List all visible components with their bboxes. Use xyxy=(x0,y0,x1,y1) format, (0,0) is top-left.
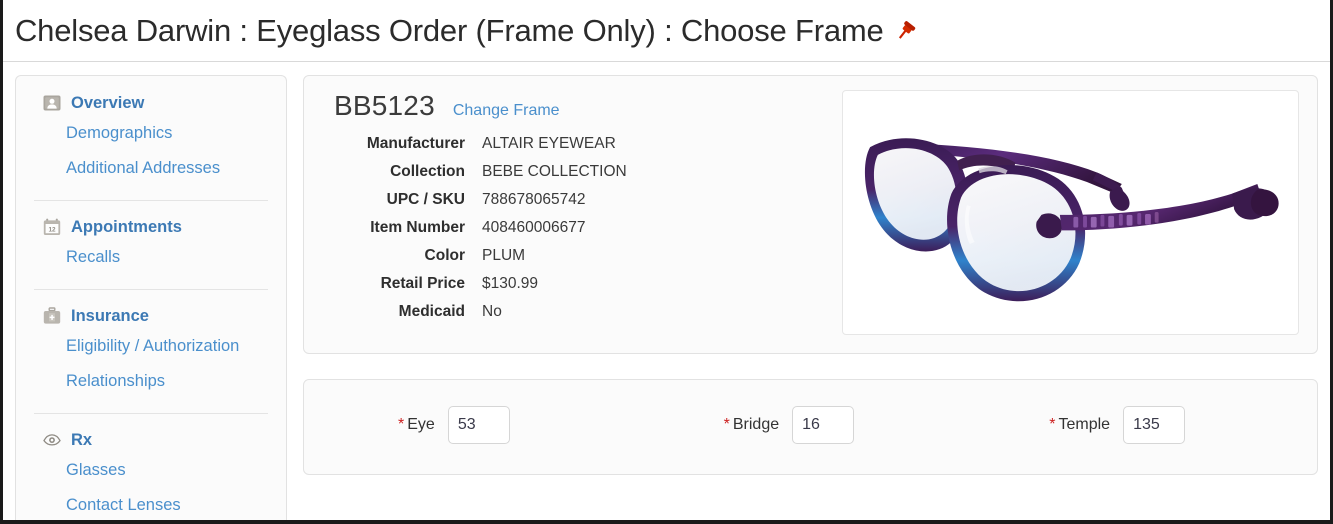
sidebar-label-overview: Overview xyxy=(71,93,145,112)
sidebar-item-additional-addresses[interactable]: Additional Addresses xyxy=(16,151,286,186)
sidebar-item-contact-lenses[interactable]: Contact Lenses xyxy=(16,488,286,520)
sidebar-nav: Overview Demographics Additional Address… xyxy=(15,75,287,520)
person-card-icon xyxy=(43,94,61,112)
measure-label-temple: * Temple xyxy=(1049,416,1110,434)
required-marker: * xyxy=(398,416,405,433)
spec-label: Manufacturer xyxy=(366,135,465,152)
spec-label: Retail Price xyxy=(380,275,465,292)
sidebar-item-glasses[interactable]: Glasses xyxy=(16,453,286,488)
spec-value: PLUM xyxy=(482,247,526,264)
measure-label-eye: * Eye xyxy=(398,416,435,434)
pushpin-icon-glyph xyxy=(898,20,915,39)
main-content: BB5123 Change Frame Manufacturer ALTAIR … xyxy=(303,75,1318,475)
sidebar-item-insurance[interactable]: Insurance xyxy=(16,303,286,329)
page-title: Chelsea Darwin : Eyeglass Order (Frame O… xyxy=(15,13,884,48)
spec-value: $130.99 xyxy=(482,275,539,292)
app-viewport: Chelsea Darwin : Eyeglass Order (Frame O… xyxy=(0,0,1333,524)
spec-row-retail-price: Retail Price $130.99 xyxy=(322,275,822,303)
sidebar-item-recalls[interactable]: Recalls xyxy=(16,240,286,275)
sidebar-divider xyxy=(34,200,268,201)
sidebar-label-insurance: Insurance xyxy=(71,306,149,325)
sidebar-item-appointments[interactable]: 12 Appointments xyxy=(16,214,286,240)
sidebar-item-eligibility-authorization[interactable]: Eligibility / Authorization xyxy=(16,329,286,364)
spec-value: ALTAIR EYEWEAR xyxy=(482,135,616,152)
frame-measurements-panel: *Eye *Bridge *Temple xyxy=(303,379,1318,475)
spec-value: No xyxy=(482,303,502,320)
temple-input[interactable] xyxy=(1123,406,1186,444)
sidebar-item-demographics[interactable]: Demographics xyxy=(16,116,286,151)
measure-label-text: Temple xyxy=(1058,416,1111,433)
required-marker: * xyxy=(1049,416,1056,433)
measure-field-bridge: * Bridge xyxy=(648,406,974,444)
sidebar-divider xyxy=(34,413,268,414)
change-frame-link[interactable]: Change Frame xyxy=(453,102,560,120)
required-marker: * xyxy=(723,416,730,433)
calendar-icon: 12 xyxy=(43,218,61,236)
spec-row-color: Color PLUM xyxy=(322,247,822,275)
spec-value: 408460006677 xyxy=(482,219,586,236)
frame-code: BB5123 xyxy=(334,90,435,121)
measure-label-text: Eye xyxy=(407,416,435,433)
spec-label: Medicaid xyxy=(398,303,465,320)
spec-label: Color xyxy=(424,247,465,264)
bridge-input[interactable] xyxy=(792,406,855,444)
spec-value: BEBE COLLECTION xyxy=(482,163,627,180)
sidebar-group-overview: Overview Demographics Additional Address… xyxy=(16,90,286,186)
spec-value: 788678065742 xyxy=(482,191,586,208)
sidebar-item-relationships[interactable]: Relationships xyxy=(16,364,286,399)
body-area: Overview Demographics Additional Address… xyxy=(3,62,1330,520)
eyeglass-frame-photo xyxy=(864,137,1279,301)
frame-image-container xyxy=(842,90,1299,335)
page-header: Chelsea Darwin : Eyeglass Order (Frame O… xyxy=(3,0,1330,62)
spec-row-item-number: Item Number 408460006677 xyxy=(322,219,822,247)
spec-row-upc-sku: UPC / SKU 788678065742 xyxy=(322,191,822,219)
spec-label: Item Number xyxy=(370,219,465,236)
medical-bag-icon xyxy=(43,307,61,325)
frame-info-column: BB5123 Change Frame Manufacturer ALTAIR … xyxy=(322,90,822,335)
measure-label-bridge: * Bridge xyxy=(724,416,779,434)
sidebar-group-appointments: 12 Appointments Recalls xyxy=(16,214,286,275)
pushpin-icon[interactable] xyxy=(895,20,917,42)
frame-detail-panel: BB5123 Change Frame Manufacturer ALTAIR … xyxy=(303,75,1318,354)
sidebar-divider xyxy=(34,289,268,290)
measure-field-temple: * Temple xyxy=(973,406,1299,444)
measure-label-text: Bridge xyxy=(732,416,780,433)
sidebar-group-insurance: Insurance Eligibility / Authorization Re… xyxy=(16,303,286,399)
calendar-day-number: 12 xyxy=(48,226,56,233)
frame-title-row: BB5123 Change Frame xyxy=(322,90,822,122)
sidebar-item-overview[interactable]: Overview xyxy=(16,90,286,116)
spec-label: Collection xyxy=(390,163,465,180)
spec-label: UPC / SKU xyxy=(386,191,465,208)
sidebar-group-rx: Rx Glasses Contact Lenses xyxy=(16,427,286,520)
eye-icon xyxy=(43,431,61,449)
measure-field-eye: * Eye xyxy=(322,406,648,444)
spec-row-collection: Collection BEBE COLLECTION xyxy=(322,163,822,191)
sidebar-label-rx: Rx xyxy=(71,430,93,449)
eye-input[interactable] xyxy=(447,406,510,444)
sidebar-item-rx[interactable]: Rx xyxy=(16,427,286,453)
spec-row-manufacturer: Manufacturer ALTAIR EYEWEAR xyxy=(322,135,822,163)
spec-row-medicaid: Medicaid No xyxy=(322,303,822,331)
sidebar-label-appointments: Appointments xyxy=(71,217,182,236)
